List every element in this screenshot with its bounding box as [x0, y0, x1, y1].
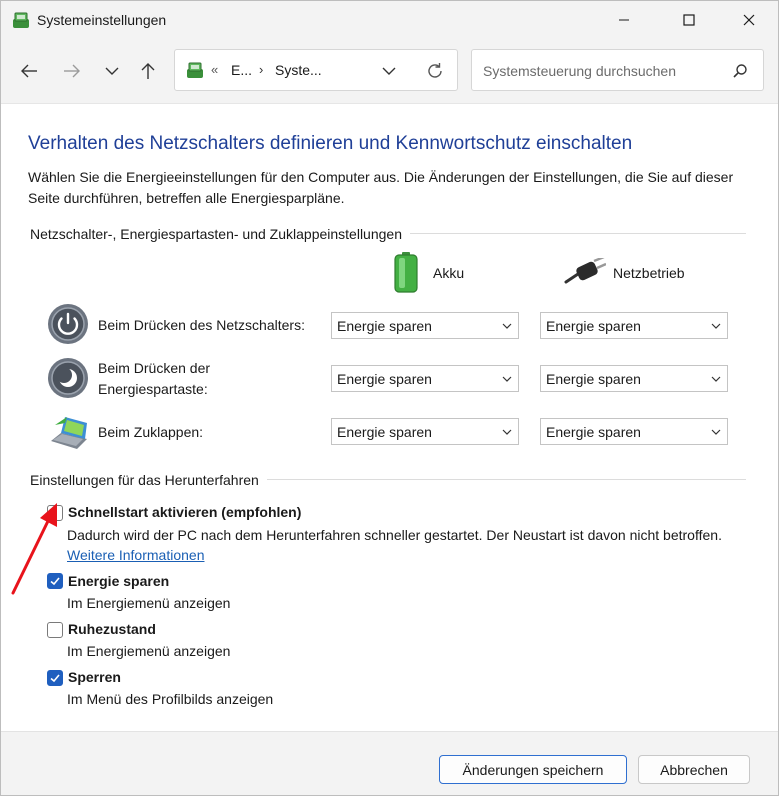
window-title: Systemeinstellungen: [37, 12, 167, 28]
fast-startup-label[interactable]: Schnellstart aktivieren (empfohlen): [68, 504, 301, 520]
chevron-down-icon: [502, 429, 512, 435]
chevron-down-icon: [105, 67, 119, 75]
breadcrumb-item[interactable]: E...: [231, 62, 252, 78]
hibernate-checkbox[interactable]: [47, 622, 63, 638]
cancel-button[interactable]: Abbrechen: [638, 755, 750, 784]
selected-value: Energie sparen: [546, 318, 641, 334]
lid-close-battery-select[interactable]: Energie sparen: [331, 418, 519, 445]
chevron-down-icon: [711, 323, 721, 329]
sleep-button-icon: [48, 358, 88, 398]
footer-bar: Änderungen speichern Abbrechen: [1, 731, 778, 795]
breadcrumb-separator[interactable]: ›: [259, 62, 263, 77]
sleep-button-battery-select[interactable]: Energie sparen: [331, 365, 519, 392]
save-changes-button[interactable]: Änderungen speichern: [439, 755, 627, 784]
lid-close-plugged-select[interactable]: Energie sparen: [540, 418, 728, 445]
column-label-battery: Akku: [433, 265, 465, 281]
address-bar[interactable]: « E... › Syste...: [174, 49, 458, 91]
close-button[interactable]: [726, 1, 772, 39]
lock-label[interactable]: Sperren: [68, 669, 121, 685]
minimize-button[interactable]: [601, 1, 647, 39]
hibernate-description: Im Energiemenü anzeigen: [67, 643, 231, 659]
lock-description: Im Menü des Profilbilds anzeigen: [67, 691, 274, 707]
selected-value: Energie sparen: [337, 371, 432, 387]
fast-startup-description: Dadurch wird der PC nach dem Herunterfah…: [67, 525, 727, 565]
address-dropdown-button[interactable]: [379, 61, 399, 81]
search-box[interactable]: [471, 49, 764, 91]
section-heading-shutdown: Einstellungen für das Herunterfahren: [30, 472, 267, 488]
sleep-label[interactable]: Energie sparen: [68, 573, 169, 589]
chevron-down-icon: [711, 376, 721, 382]
refresh-button[interactable]: [425, 61, 445, 81]
column-label-plugged-in: Netzbetrieb: [613, 265, 685, 281]
selected-value: Energie sparen: [546, 424, 641, 440]
page-description: Wählen Sie die Energieeinstellungen für …: [28, 169, 734, 206]
maximize-icon: [683, 14, 695, 26]
chevron-down-icon: [502, 323, 512, 329]
arrow-left-icon: [21, 64, 37, 78]
title-bar: Systemeinstellungen: [1, 1, 778, 39]
description-text: Dadurch wird der PC nach dem Herunterfah…: [67, 527, 722, 543]
chevron-down-icon: [711, 429, 721, 435]
hibernate-label[interactable]: Ruhezustand: [68, 621, 156, 637]
annotation-arrow-icon: [11, 503, 57, 595]
search-input[interactable]: [481, 60, 725, 82]
selected-value: Energie sparen: [337, 424, 432, 440]
section-heading-power-buttons: Netzschalter-, Energiespartasten- und Zu…: [30, 226, 410, 242]
power-plug-icon: [564, 258, 606, 284]
power-button-plugged-select[interactable]: Energie sparen: [540, 312, 728, 339]
back-button[interactable]: [15, 57, 43, 85]
lock-checkbox[interactable]: [47, 670, 63, 686]
search-button[interactable]: [730, 61, 750, 81]
maximize-button[interactable]: [666, 1, 712, 39]
selected-value: Energie sparen: [546, 371, 641, 387]
row-label-lid-close: Beim Zuklappen:: [98, 424, 204, 440]
checkmark-icon: [50, 674, 60, 683]
laptop-lid-icon: [51, 417, 87, 449]
breadcrumb-overflow-button[interactable]: «: [211, 62, 218, 77]
search-icon: [733, 64, 747, 78]
refresh-icon: [428, 63, 442, 78]
page-title: Verhalten des Netzschalters definieren u…: [28, 133, 633, 154]
close-icon: [743, 14, 755, 26]
up-button[interactable]: [134, 57, 162, 85]
breadcrumb-item[interactable]: Syste...: [275, 62, 322, 78]
selected-value: Energie sparen: [337, 318, 432, 334]
power-button-battery-select[interactable]: Energie sparen: [331, 312, 519, 339]
sleep-button-plugged-select[interactable]: Energie sparen: [540, 365, 728, 392]
chevron-down-icon: [382, 67, 396, 75]
minimize-icon: [619, 19, 629, 21]
navigation-bar: « E... › Syste...: [1, 39, 778, 104]
recent-locations-button[interactable]: [98, 57, 126, 85]
control-panel-icon: [13, 12, 29, 28]
more-info-link[interactable]: Weitere Informationen: [67, 547, 204, 563]
power-button-icon: [48, 304, 88, 344]
control-panel-icon: [187, 62, 203, 78]
forward-button[interactable]: [58, 57, 86, 85]
window: Systemeinstellungen « E... › Syste... Sy…: [0, 0, 779, 796]
arrow-up-icon: [141, 63, 155, 79]
chevron-down-icon: [502, 376, 512, 382]
row-label-power-button: Beim Drücken des Netzschalters:: [98, 317, 305, 333]
row-label-sleep-button: Beim Drücken der Energiespartaste:: [98, 360, 211, 397]
battery-icon: [394, 252, 418, 293]
sleep-description: Im Energiemenü anzeigen: [67, 595, 231, 611]
arrow-right-icon: [64, 64, 80, 78]
